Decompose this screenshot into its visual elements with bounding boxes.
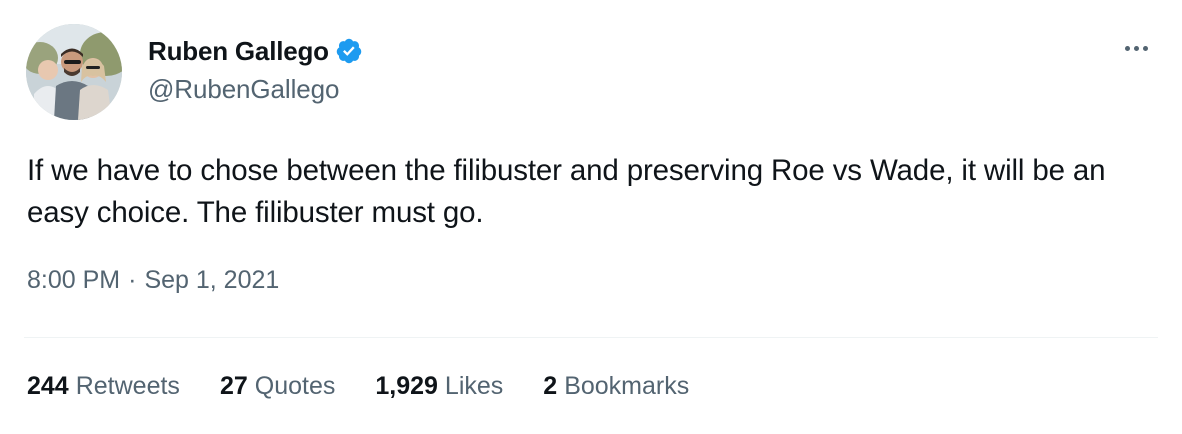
- bookmarks-count: 2: [543, 372, 558, 400]
- tweet-card: Ruben Gallego @RubenGallego If we have t…: [0, 0, 1182, 434]
- retweets-label: Retweets: [75, 372, 180, 400]
- more-options-button[interactable]: [1120, 36, 1152, 60]
- likes-label: Likes: [444, 372, 504, 400]
- user-info: Ruben Gallego @RubenGallego: [148, 34, 363, 105]
- likes-count: 1,929: [375, 372, 438, 400]
- tweet-date-link[interactable]: Sep 1, 2021: [144, 266, 279, 295]
- timestamp-separator: ·: [128, 266, 137, 294]
- tweet-header: Ruben Gallego @RubenGallego: [24, 22, 1158, 122]
- tweet-text: If we have to chose between the filibust…: [27, 154, 1106, 229]
- engagement-stats: 244 Retweets 27 Quotes 1,929 Likes 2 Boo…: [27, 372, 729, 408]
- tweet-time-link[interactable]: 8:00 PM: [27, 266, 120, 295]
- quotes-stat[interactable]: 27 Quotes: [220, 372, 335, 401]
- divider: [24, 337, 1158, 338]
- profile-photo-icon: [26, 24, 122, 120]
- quotes-label: Quotes: [254, 372, 336, 400]
- user-handle[interactable]: @RubenGallego: [148, 74, 363, 105]
- likes-stat[interactable]: 1,929 Likes: [375, 372, 503, 401]
- quotes-count: 27: [219, 372, 248, 400]
- name-row: Ruben Gallego: [148, 34, 363, 68]
- retweets-stat[interactable]: 244 Retweets: [27, 372, 180, 401]
- more-horizontal-icon: [1124, 45, 1130, 51]
- tweet-timestamp: 8:00 PM · Sep 1, 2021: [27, 266, 279, 295]
- bookmarks-label: Bookmarks: [564, 372, 690, 400]
- more-horizontal-icon-dot: [1142, 45, 1148, 51]
- avatar[interactable]: [26, 24, 122, 120]
- bookmarks-stat[interactable]: 2 Bookmarks: [543, 372, 689, 401]
- retweets-count: 244: [27, 372, 69, 400]
- display-name[interactable]: Ruben Gallego: [148, 36, 329, 67]
- more-horizontal-icon-dot: [1133, 45, 1139, 51]
- verified-badge-icon: [335, 37, 363, 65]
